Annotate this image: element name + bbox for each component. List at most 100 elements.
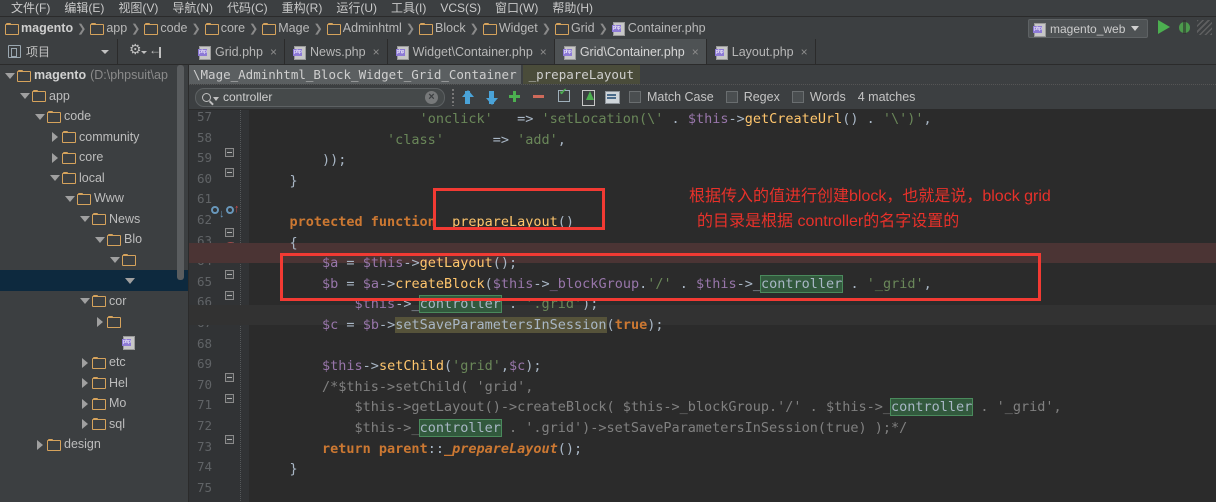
find-next-icon[interactable] (485, 89, 502, 106)
tree-node-16[interactable]: Mo (0, 393, 188, 414)
menu-item-4[interactable]: 代码(C) (220, 0, 275, 16)
tree-node-12[interactable] (0, 311, 188, 332)
menu-item-3[interactable]: 导航(N) (165, 0, 220, 16)
breadcrumb-item-0[interactable]: magento (5, 21, 73, 35)
regex-checkbox[interactable] (725, 91, 738, 103)
code-line[interactable]: 'class' => 'add', (257, 130, 566, 151)
open-in-find-window-icon[interactable] (581, 89, 598, 106)
tree-node-14[interactable]: etc (0, 352, 188, 373)
breadcrumb-item-9[interactable]: Container.php (611, 21, 706, 36)
close-icon[interactable]: × (692, 45, 699, 59)
add-selection-icon[interactable] (509, 89, 526, 106)
code-line[interactable]: $this->setChild('grid',$c); (257, 356, 542, 377)
regex-option[interactable]: Regex (725, 90, 780, 104)
chevron-down-icon[interactable] (4, 70, 15, 81)
chevron-down-icon[interactable] (34, 111, 45, 122)
tree-node-4[interactable]: core (0, 147, 188, 168)
overriding-method-icon[interactable] (226, 206, 234, 214)
chevron-right-icon[interactable] (79, 418, 90, 430)
coverage-icon[interactable] (1197, 20, 1212, 35)
chevron-down-icon[interactable] (49, 172, 60, 183)
fold-marker[interactable] (225, 291, 234, 300)
menu-item-6[interactable]: 运行(U) (329, 0, 384, 16)
code-line[interactable]: { (257, 233, 298, 254)
code-line[interactable]: $this->_controller . '.grid'); (257, 294, 598, 315)
chevron-right-icon[interactable] (94, 316, 105, 327)
code-line[interactable]: /*$this->setChild( 'grid', (257, 377, 533, 398)
chevron-down-icon[interactable] (213, 96, 219, 101)
chevron-down-icon[interactable] (64, 193, 75, 204)
close-icon[interactable]: × (801, 45, 808, 59)
breadcrumb-method[interactable]: _prepareLayout (522, 65, 640, 84)
menu-item-2[interactable]: 视图(V) (111, 0, 165, 16)
menu-item-1[interactable]: 编辑(E) (57, 0, 111, 16)
editor-tab-4[interactable]: Layout.php × (707, 39, 816, 64)
menu-item-0[interactable]: 文件(F) (4, 0, 57, 16)
editor-tab-1[interactable]: News.php × (285, 39, 388, 64)
chevron-right-icon[interactable] (79, 357, 90, 368)
chevron-right-icon[interactable] (79, 398, 90, 409)
tree-node-18[interactable]: design (0, 434, 188, 455)
words-option[interactable]: Words (791, 90, 846, 104)
tree-node-6[interactable]: Www (0, 188, 188, 209)
tree-node-10[interactable] (0, 270, 188, 291)
fold-marker[interactable] (225, 148, 234, 157)
fold-marker[interactable] (225, 270, 234, 279)
run-configuration-selector[interactable]: magento_web (1028, 19, 1148, 38)
chevron-right-icon[interactable] (49, 131, 60, 143)
code-line[interactable]: } (257, 171, 298, 192)
menu-item-8[interactable]: VCS(S) (433, 0, 488, 16)
chevron-right-icon[interactable] (34, 439, 45, 450)
code-line[interactable]: 'onclick' => 'setLocation(\' . $this->ge… (257, 109, 932, 130)
code-line[interactable]: )); (257, 150, 346, 171)
tree-node-13[interactable] (0, 332, 188, 353)
tree-node-0[interactable]: magento (D:\phpsuit\ap (0, 65, 188, 86)
code-line[interactable]: $this->_controller . '.grid')->setSavePa… (257, 418, 907, 439)
fold-marker[interactable] (225, 435, 234, 444)
code-line[interactable]: $a = $this->getLayout(); (257, 253, 517, 274)
match-case-checkbox[interactable] (629, 91, 641, 103)
tree-node-9[interactable] (0, 250, 188, 271)
code-lines[interactable]: 'onclick' => 'setLocation(\' . $this->ge… (249, 110, 1216, 502)
gear-icon[interactable] (129, 42, 147, 58)
breadcrumb-class[interactable]: \Mage_Adminhtml_Block_Widget_Grid_Contai… (189, 65, 521, 84)
close-icon[interactable]: × (540, 45, 547, 59)
menu-item-9[interactable]: 窗口(W) (488, 0, 545, 16)
remove-selection-icon[interactable] (533, 89, 550, 106)
editor-tab-2[interactable]: Widget\Container.php × (388, 39, 555, 64)
menu-item-10[interactable]: 帮助(H) (545, 0, 600, 16)
code-line[interactable]: return parent::_prepareLayout(); (257, 439, 582, 460)
filter-icon[interactable] (605, 89, 622, 106)
fold-marker[interactable] (225, 373, 234, 382)
breadcrumb-item-7[interactable]: Widget (482, 21, 538, 35)
breadcrumb-item-6[interactable]: Block (419, 21, 466, 35)
close-icon[interactable]: × (373, 45, 380, 59)
tree-node-2[interactable]: code (0, 106, 188, 127)
chevron-down-icon[interactable] (109, 254, 120, 265)
tree-node-8[interactable]: Blo (0, 229, 188, 250)
find-previous-icon[interactable] (461, 89, 478, 106)
breadcrumb-item-3[interactable]: core (204, 21, 245, 35)
tree-node-3[interactable]: community (0, 127, 188, 148)
words-checkbox[interactable] (791, 91, 804, 103)
code-line[interactable]: } (257, 459, 298, 480)
select-all-occurrences-icon[interactable] (557, 87, 574, 106)
chevron-down-icon[interactable] (101, 49, 109, 54)
menu-item-7[interactable]: 工具(I) (384, 0, 433, 16)
editor-tab-0[interactable]: Grid.php × (190, 39, 285, 64)
fold-marker[interactable] (225, 168, 234, 177)
tree-node-1[interactable]: app (0, 86, 188, 107)
chevron-down-icon[interactable] (124, 275, 135, 286)
breadcrumb-item-1[interactable]: app (90, 21, 127, 35)
tree-node-7[interactable]: News (0, 209, 188, 230)
chevron-down-icon[interactable] (79, 213, 90, 224)
tree-scrollbar[interactable] (177, 65, 184, 280)
code-line[interactable]: $b = $a->createBlock($this->_blockGroup.… (257, 274, 932, 295)
editor-tab-3[interactable]: Grid\Container.php × (554, 39, 707, 64)
code-line[interactable]: protected function _prepareLayout() (257, 212, 575, 233)
tree-node-15[interactable]: Hel (0, 373, 188, 394)
chevron-right-icon[interactable] (79, 377, 90, 389)
match-case-option[interactable]: Match Case (629, 90, 714, 104)
chevron-down-icon[interactable] (19, 90, 30, 101)
tree-node-17[interactable]: sql (0, 414, 188, 435)
